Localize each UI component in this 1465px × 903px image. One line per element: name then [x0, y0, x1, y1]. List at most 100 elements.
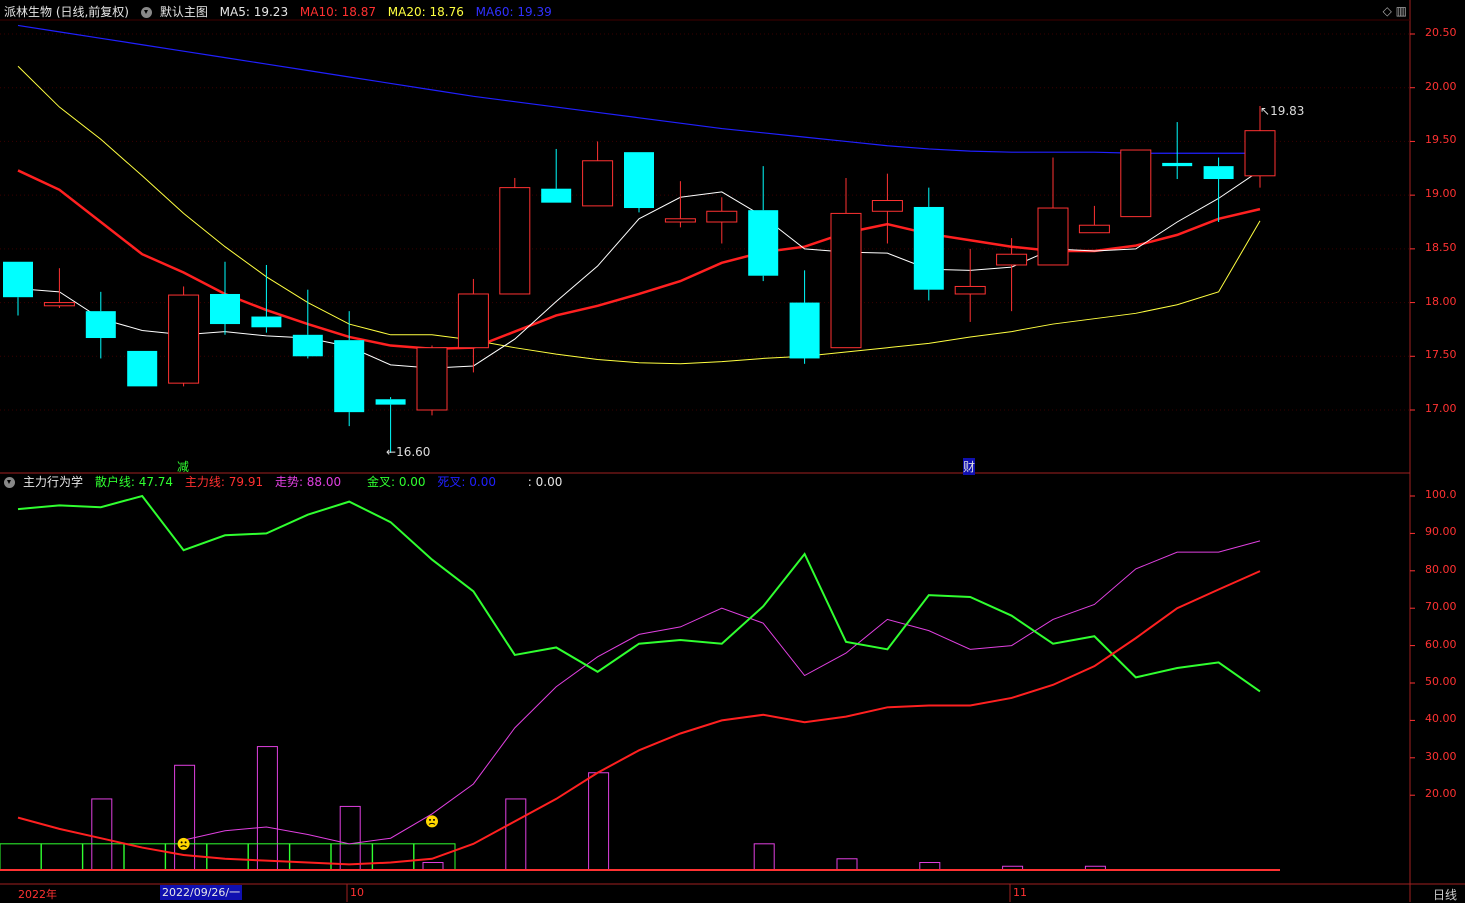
- base-box-6: [247, 843, 290, 871]
- mainforce-line: [17, 570, 1261, 866]
- x-label-oct: 10: [350, 886, 364, 899]
- x-label-year: 2022年: [18, 888, 57, 901]
- indicator-tick-7: 30.00: [1425, 749, 1457, 763]
- template-name[interactable]: 默认主图: [160, 5, 208, 19]
- ma10-label: MA10: 18.87: [299, 5, 376, 19]
- candle-11[interactable]: [457, 278, 489, 373]
- candle-6[interactable]: [251, 264, 282, 333]
- candle-3[interactable]: [127, 350, 158, 387]
- price-tick-5: 18.00: [1425, 294, 1457, 308]
- candle-19[interactable]: [789, 270, 820, 364]
- price-tick-1: 20.00: [1425, 79, 1457, 93]
- candle-24[interactable]: [996, 238, 1028, 312]
- dropdown-icon[interactable]: [140, 7, 152, 18]
- high-marker: ↖19.83: [1260, 104, 1305, 118]
- price-tick-0: 20.50: [1425, 26, 1457, 39]
- signal-face-icon-1[interactable]: [426, 815, 438, 828]
- indicator-tick-4: 60.00: [1425, 637, 1457, 651]
- base-box-7: [289, 843, 332, 871]
- candle-15[interactable]: [624, 152, 654, 213]
- volume-bar-2: [91, 798, 113, 871]
- volume-bar-20: [836, 858, 858, 871]
- volume-bar-6: [256, 746, 278, 871]
- retail-label: 散户线: 47.74: [94, 475, 174, 489]
- candle-29[interactable]: [1203, 157, 1234, 222]
- price-tick-3: 19.00: [1425, 187, 1457, 201]
- candle-13[interactable]: [541, 148, 572, 203]
- candle-28[interactable]: [1162, 122, 1193, 180]
- window-tools[interactable]: ◇ ▥: [1383, 4, 1407, 18]
- candlesticks[interactable]: [3, 105, 1276, 453]
- indicator-name[interactable]: 主力行为学: [23, 475, 83, 489]
- stock-title[interactable]: 派林生物 (日线,前复权): [4, 5, 129, 19]
- indicator-tick-1: 90.00: [1425, 525, 1457, 539]
- event-marker-2[interactable]: 财: [963, 458, 976, 475]
- diamond-icon[interactable]: ◇: [1383, 4, 1392, 18]
- volume-bar-18: [753, 843, 775, 871]
- candle-12[interactable]: [499, 177, 531, 295]
- death-label: 死叉: 0.00: [437, 475, 496, 489]
- base-box-9: [372, 843, 415, 871]
- candle-27[interactable]: [1120, 149, 1152, 218]
- main-chart-header: 派林生物 (日线,前复权) 默认主图 MA5: 19.23 MA10: 18.8…: [4, 3, 560, 21]
- indicator-lines: [0, 494, 1280, 871]
- period-button[interactable]: 日线: [1433, 886, 1457, 903]
- indicator-tick-2: 80.00: [1425, 562, 1457, 576]
- retail-line: [17, 494, 1261, 693]
- price-tick-4: 18.50: [1425, 240, 1457, 254]
- price-tick-7: 17.00: [1425, 402, 1457, 415]
- base-box-2: [82, 843, 125, 871]
- candle-5[interactable]: [210, 261, 240, 335]
- candle-26[interactable]: [1078, 205, 1110, 234]
- indicator-tick-6: 40.00: [1425, 712, 1457, 726]
- dropdown-icon[interactable]: [4, 477, 15, 488]
- low-marker: ←16.60: [386, 445, 431, 459]
- high-value: 19.83: [1270, 104, 1305, 118]
- signal-face-icon-0[interactable]: [177, 837, 190, 850]
- mainforce-label: 主力线: 79.91: [184, 475, 264, 489]
- base-box-0: [0, 843, 42, 871]
- price-tick-6: 17.50: [1425, 348, 1457, 362]
- volume-bar-22: [919, 862, 941, 871]
- volume-bar-10: [422, 862, 444, 871]
- ma20-label: MA20: 18.76: [387, 5, 464, 19]
- candle-4[interactable]: [168, 286, 200, 387]
- blank-label: : 0.00: [527, 475, 563, 489]
- candle-1[interactable]: [43, 268, 75, 308]
- candle-8[interactable]: [334, 311, 365, 427]
- trend-line: [183, 540, 1261, 845]
- candle-21[interactable]: [871, 173, 903, 244]
- low-value: 16.60: [396, 445, 431, 459]
- candle-14[interactable]: [582, 141, 614, 207]
- trend-label: 走势: 88.00: [274, 475, 342, 489]
- indicator-tick-3: 70.00: [1425, 600, 1457, 614]
- chart-canvas[interactable]: [0, 0, 1465, 902]
- volume-bar-14: [588, 772, 610, 871]
- panel-icon[interactable]: ▥: [1396, 4, 1407, 18]
- candle-16[interactable]: [664, 181, 696, 228]
- event-marker-1[interactable]: 减: [177, 458, 189, 475]
- indicator-tick-5: 50.00: [1425, 675, 1457, 688]
- candle-10[interactable]: [416, 345, 448, 416]
- ma60-line: [17, 24, 1260, 154]
- candle-18[interactable]: [748, 166, 779, 282]
- candle-2[interactable]: [85, 291, 116, 359]
- candle-17[interactable]: [706, 197, 738, 244]
- x-label-selected-date: 2022/09/26/一: [160, 885, 243, 900]
- candle-0[interactable]: [3, 261, 33, 316]
- candle-23[interactable]: [954, 248, 986, 322]
- candle-20[interactable]: [830, 177, 862, 349]
- candle-22[interactable]: [913, 187, 944, 301]
- ma20-line: [17, 65, 1261, 365]
- price-tick-2: 19.50: [1425, 133, 1457, 147]
- candle-25[interactable]: [1037, 157, 1069, 266]
- indicator-tick-8: 20.00: [1425, 787, 1457, 801]
- golden-label: 金叉: 0.00: [366, 475, 426, 489]
- volume-bar-12: [505, 798, 527, 871]
- volume-bar-8: [339, 805, 361, 871]
- candle-7[interactable]: [292, 289, 323, 359]
- ma60-label: MA60: 19.39: [475, 5, 552, 19]
- candle-30[interactable]: [1244, 105, 1276, 188]
- indicator-tick-0: 100.0: [1425, 488, 1457, 501]
- ma5-label: MA5: 19.23: [219, 5, 289, 19]
